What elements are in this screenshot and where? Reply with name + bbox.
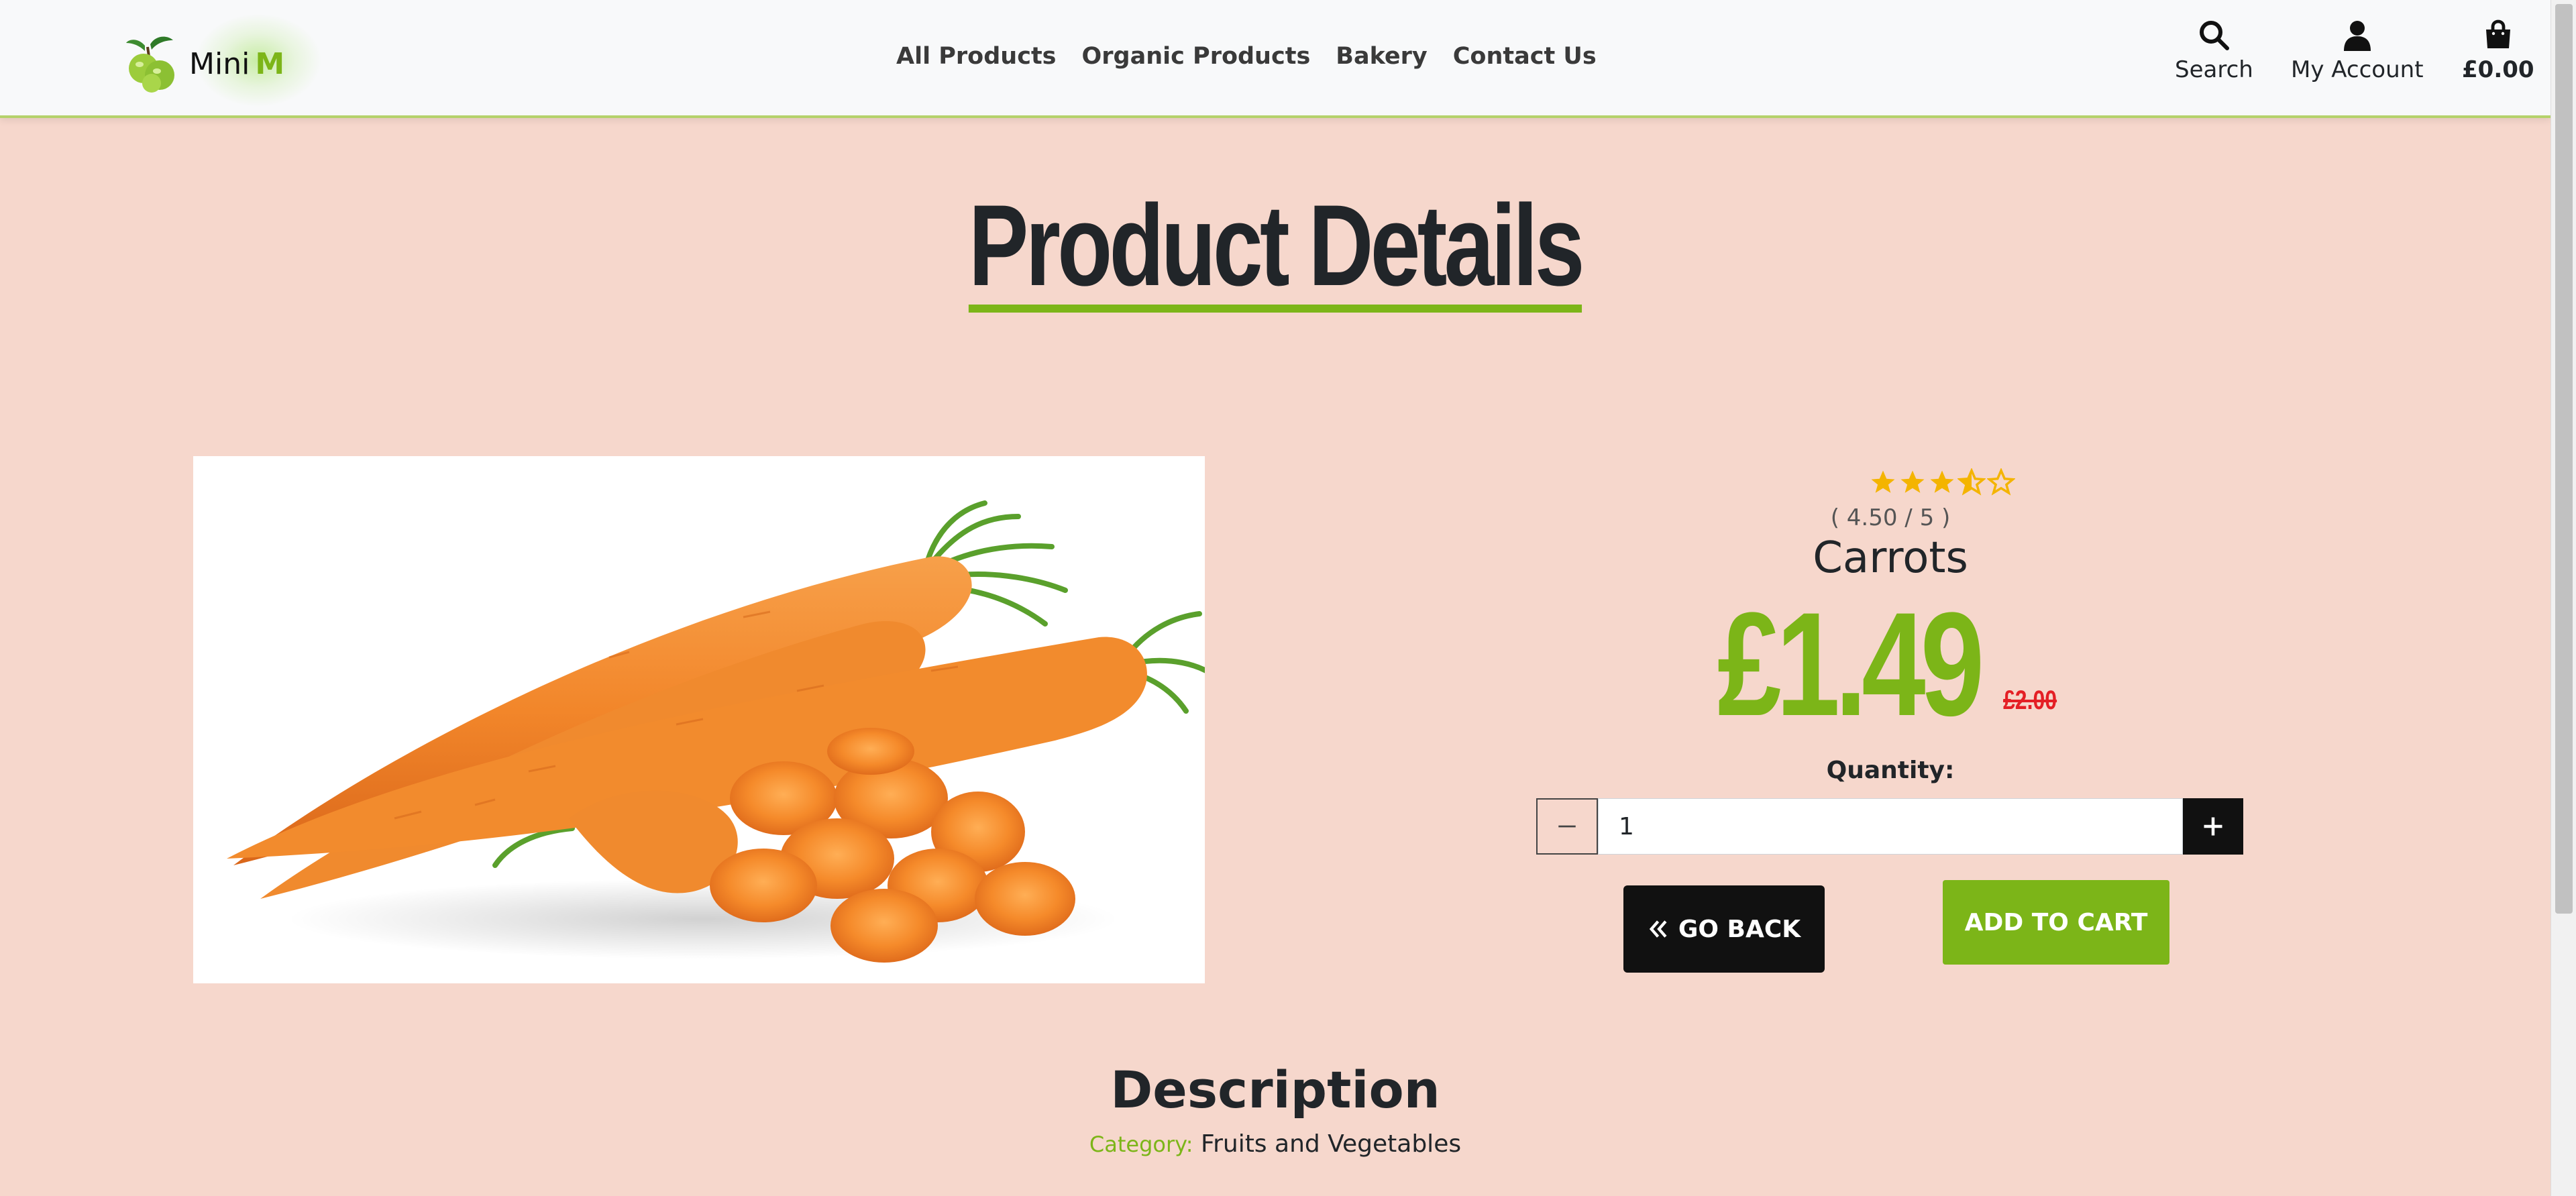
old-price: £2.00: [2003, 686, 2057, 715]
go-back-button[interactable]: GO BACK: [1623, 885, 1825, 973]
product-image: [193, 456, 1205, 983]
product-name: Carrots: [1813, 533, 1968, 583]
add-to-cart-button[interactable]: ADD TO CART: [1943, 880, 2169, 965]
star-half-icon: [1957, 468, 1986, 496]
search-icon: [2200, 21, 2230, 50]
quantity-label: Quantity:: [1826, 757, 1955, 784]
quantity-decrease-button[interactable]: [1536, 798, 1598, 855]
category-label: Category:: [1089, 1132, 1193, 1157]
star-full-icon: [1930, 470, 1954, 493]
rating-text: ( 4.50 / 5 ): [1830, 504, 1951, 531]
search-button[interactable]: Search: [2175, 19, 2253, 83]
carrots-photo: [227, 500, 1205, 963]
cart-button[interactable]: £0.00: [2462, 19, 2534, 83]
category-value: Fruits and Vegetables: [1200, 1130, 1462, 1158]
quantity-input[interactable]: 1: [1598, 798, 2183, 855]
description-title: Description: [1110, 1060, 1440, 1120]
add-to-cart-label: ADD TO CART: [1964, 908, 2148, 936]
double-chevron-left-icon: [1649, 920, 1667, 938]
minus-icon: [1558, 825, 1576, 828]
quantity-stepper: 1: [1536, 798, 2243, 855]
scrollbar-thumb[interactable]: [2555, 4, 2573, 914]
user-icon: [2343, 21, 2371, 51]
my-account-label: My Account: [2291, 56, 2424, 83]
rating-stars: [1869, 468, 2015, 496]
quantity-increase-button[interactable]: [2183, 798, 2243, 855]
star-empty-icon: [1987, 468, 2015, 496]
search-label: Search: [2175, 56, 2253, 83]
plus-icon: [2204, 817, 2222, 836]
product-price: £1.49: [1717, 582, 1984, 747]
go-back-label: GO BACK: [1678, 915, 1801, 943]
cart-total: £0.00: [2462, 56, 2534, 83]
page-title: Product Details: [969, 188, 1585, 313]
star-full-icon: [1871, 470, 1895, 493]
shopping-bag-icon: [2485, 19, 2510, 48]
page-title-wrapper: Product Details: [0, 188, 2551, 313]
description-category: Category: Fruits and Vegetables: [0, 1130, 2551, 1158]
star-full-icon: [1900, 470, 1925, 493]
nav-actions: Search My Account £0.00: [0, 19, 2551, 99]
page-scrollbar[interactable]: [2551, 0, 2576, 1196]
navbar: Mini M All Products Organic Products Bake…: [0, 0, 2551, 118]
my-account-button[interactable]: My Account: [2291, 19, 2424, 83]
